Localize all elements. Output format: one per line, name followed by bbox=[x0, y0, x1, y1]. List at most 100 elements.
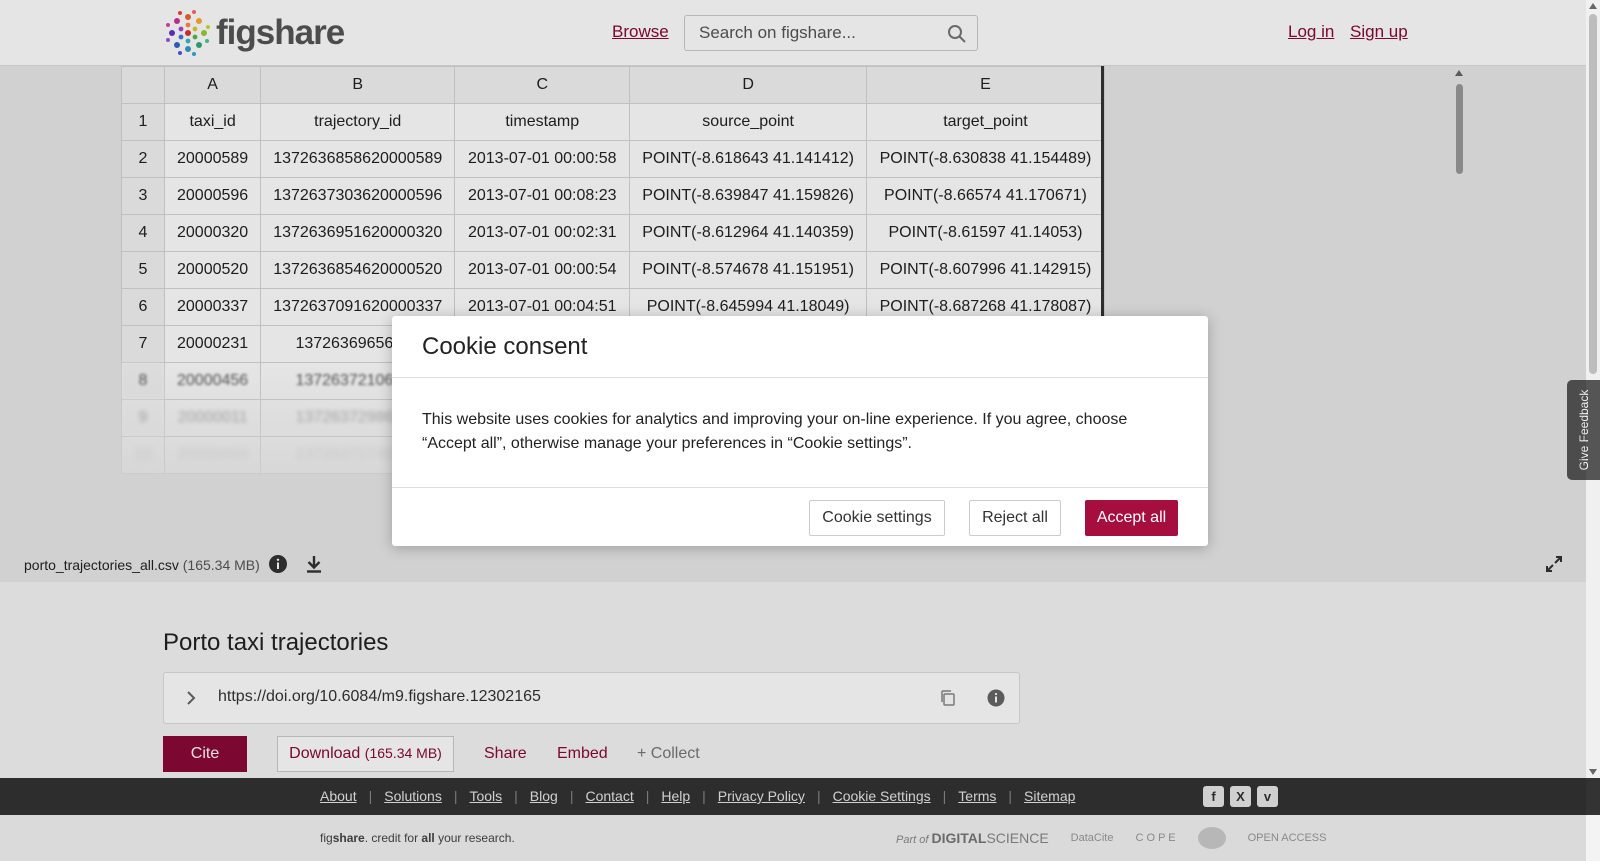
table-cell: 2013-07-01 00:00:54 bbox=[454, 251, 631, 289]
table-cell: 20000337 bbox=[163, 288, 262, 326]
footer-separator: | bbox=[645, 788, 650, 804]
doi-box: https://doi.org/10.6084/m9.figshare.1230… bbox=[163, 672, 1020, 724]
cookie-dialog-header: Cookie consent bbox=[392, 316, 1208, 378]
file-info-icon[interactable] bbox=[268, 554, 288, 574]
column-letter: C bbox=[454, 66, 631, 104]
footer-link[interactable]: Help bbox=[661, 788, 690, 804]
row-number: 7 bbox=[121, 325, 165, 363]
table-cell: source_point bbox=[629, 103, 867, 141]
datacite-logo[interactable]: DataCite bbox=[1071, 832, 1114, 844]
viewer-scroll-thumb[interactable] bbox=[1456, 84, 1463, 174]
cookie-dialog-title: Cookie consent bbox=[422, 333, 588, 360]
accept-all-button[interactable]: Accept all bbox=[1085, 500, 1178, 536]
footer-link[interactable]: Sitemap bbox=[1024, 788, 1075, 804]
collect-link[interactable]: + Collect bbox=[637, 745, 700, 763]
footer-link[interactable]: Contact bbox=[585, 788, 633, 804]
table-cell: POINT(-8.612964 41.140359) bbox=[629, 214, 867, 252]
footer-link[interactable]: Cookie Settings bbox=[833, 788, 931, 804]
footer-nav: About | Solutions | Tools | Blog | Contact | Help |… bbox=[0, 778, 1600, 815]
reject-all-button[interactable]: Reject all bbox=[969, 500, 1061, 536]
table-row: 4 20000320 1372636951620000320 2013-07-01 0… bbox=[121, 214, 1105, 252]
copy-icon[interactable] bbox=[938, 688, 958, 708]
download-icon[interactable] bbox=[304, 554, 324, 574]
row-number: 3 bbox=[121, 177, 165, 215]
signup-link[interactable]: Sign up bbox=[1350, 22, 1408, 42]
share-link[interactable]: Share bbox=[484, 745, 527, 763]
partner-logos: Part of DIGITALSCIENCE DataCite C O P E … bbox=[896, 827, 1326, 849]
cookie-dialog-footer: Cookie settings Reject all Accept all bbox=[392, 488, 1208, 546]
viewer-scrollbar[interactable] bbox=[1452, 66, 1466, 376]
chevron-right-icon[interactable] bbox=[182, 689, 200, 707]
table-cell: 1372637303620000596 bbox=[260, 177, 456, 215]
table-cell: 20000596 bbox=[163, 177, 262, 215]
footer-link[interactable]: Privacy Policy bbox=[718, 788, 805, 804]
footer-separator: | bbox=[453, 788, 458, 804]
partner-seal-icon[interactable] bbox=[1197, 827, 1226, 849]
row-number: 2 bbox=[121, 140, 165, 178]
scroll-up-arrow-icon[interactable] bbox=[1455, 70, 1463, 76]
column-letter: A bbox=[163, 66, 262, 104]
footer-separator: | bbox=[816, 788, 821, 804]
ds-bold: DIGITAL bbox=[931, 830, 987, 846]
cookie-consent-dialog: Cookie consent This website uses cookies… bbox=[392, 316, 1208, 546]
download-button-size: (165.34 MB) bbox=[364, 745, 442, 761]
footer-tagline: figshare. credit for all your research. bbox=[320, 831, 515, 845]
page-scroll-thumb[interactable] bbox=[1589, 14, 1597, 374]
digital-science-logo[interactable]: Part of DIGITALSCIENCE bbox=[896, 830, 1049, 846]
table-cell: 2013-07-01 00:08:23 bbox=[454, 177, 631, 215]
row-number: 6 bbox=[121, 288, 165, 326]
table-cell: 20000231 bbox=[163, 325, 262, 363]
table-cell: target_point bbox=[865, 103, 1105, 141]
table-cell: 20000589 bbox=[163, 140, 262, 178]
file-name-text: porto_trajectories_all.csv bbox=[24, 557, 179, 573]
site-header: figshare Browse Log in Sign up bbox=[0, 0, 1586, 66]
browse-link[interactable]: Browse bbox=[612, 22, 669, 42]
footer-link[interactable]: About bbox=[320, 788, 357, 804]
embed-link[interactable]: Embed bbox=[557, 745, 608, 763]
search-box bbox=[684, 15, 978, 51]
doi-link[interactable]: https://doi.org/10.6084/m9.figshare.1230… bbox=[218, 688, 541, 706]
cookie-settings-button[interactable]: Cookie settings bbox=[809, 500, 945, 536]
login-link[interactable]: Log in bbox=[1288, 22, 1334, 42]
footer-link[interactable]: Terms bbox=[958, 788, 996, 804]
column-letter-row: A B C D E bbox=[121, 66, 1105, 104]
cope-logo[interactable]: C O P E bbox=[1135, 832, 1175, 844]
table-cell: POINT(-8.574678 41.151951) bbox=[629, 251, 867, 289]
table-row: 2 20000589 1372636858620000589 2013-07-01 0… bbox=[121, 140, 1105, 178]
x-twitter-icon[interactable]: X bbox=[1230, 786, 1251, 807]
tagline-mid: . credit for bbox=[364, 831, 422, 845]
table-row: 5 20000520 1372636854620000520 2013-07-01 0… bbox=[121, 251, 1105, 289]
ds-post: SCIENCE bbox=[986, 830, 1049, 846]
file-name: porto_trajectories_all.csv (165.34 MB) bbox=[24, 557, 260, 573]
footer-separator: | bbox=[514, 788, 518, 804]
search-icon[interactable] bbox=[947, 24, 967, 44]
row-number: 1 bbox=[121, 103, 165, 141]
give-feedback-label: Give Feedback bbox=[1576, 389, 1591, 471]
doi-info-icon[interactable] bbox=[986, 688, 1006, 708]
search-input[interactable] bbox=[699, 23, 939, 43]
footer-links: About | Solutions | Tools | Blog | Contact | Help |… bbox=[320, 788, 1075, 804]
footer-separator: | bbox=[942, 788, 947, 804]
page-scroll-up-icon[interactable] bbox=[1589, 3, 1597, 9]
open-access-logo[interactable]: OPEN ACCESS bbox=[1248, 832, 1327, 844]
column-letter: B bbox=[260, 66, 456, 104]
cookie-dialog-text: This website uses cookies for analytics … bbox=[422, 411, 1128, 452]
footer-link[interactable]: Blog bbox=[530, 788, 558, 804]
cite-button[interactable]: Cite bbox=[163, 736, 247, 772]
give-feedback-tab[interactable]: Give Feedback bbox=[1567, 380, 1600, 480]
download-button[interactable]: Download (165.34 MB) bbox=[277, 736, 454, 772]
table-cell: trajectory_id bbox=[260, 103, 456, 141]
tagline-post: your research. bbox=[434, 831, 515, 845]
footer-link[interactable]: Tools bbox=[469, 788, 502, 804]
table-cell: POINT(-8.618643 41.141412) bbox=[629, 140, 867, 178]
vimeo-icon[interactable]: v bbox=[1257, 786, 1278, 807]
page-scroll-down-icon[interactable] bbox=[1589, 769, 1597, 775]
figshare-logo[interactable]: figshare bbox=[163, 8, 345, 58]
social-links: f X v bbox=[1203, 786, 1278, 807]
table-cell: 1372636951620000320 bbox=[260, 214, 456, 252]
table-cell: 1372636854620000520 bbox=[260, 251, 456, 289]
footer-link[interactable]: Solutions bbox=[384, 788, 442, 804]
fullscreen-icon[interactable] bbox=[1545, 555, 1563, 573]
facebook-icon[interactable]: f bbox=[1203, 786, 1224, 807]
table-cell: timestamp bbox=[454, 103, 631, 141]
